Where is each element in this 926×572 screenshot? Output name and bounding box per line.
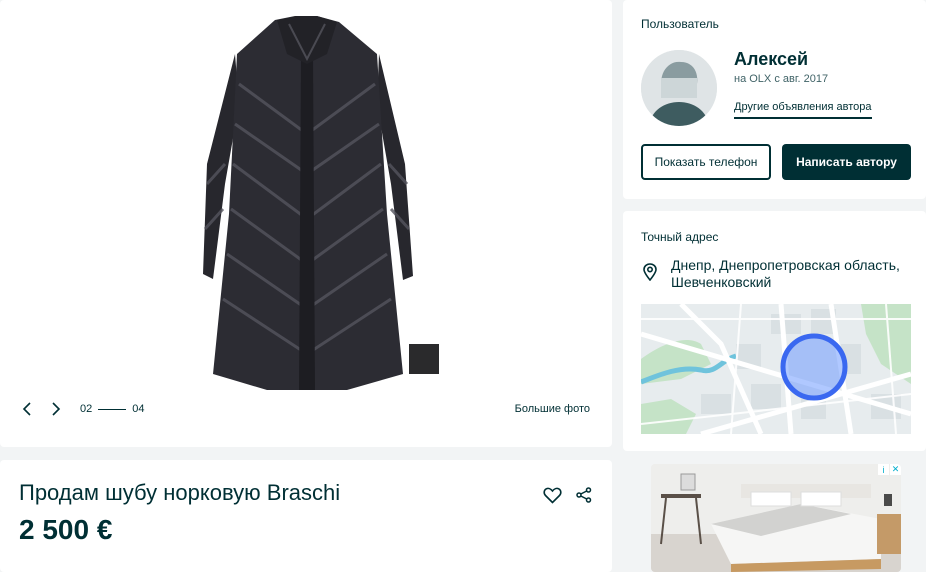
map-image — [641, 304, 911, 434]
seller-card: Пользователь Алексей на OLX с авг. 2017 … — [623, 0, 926, 199]
main-photo[interactable] — [177, 14, 439, 390]
heart-icon — [542, 487, 562, 504]
address-section-label: Точный адрес — [641, 230, 719, 244]
ad-info-icon[interactable]: i — [878, 464, 889, 475]
write-author-button[interactable]: Написать автору — [782, 144, 911, 180]
advertisement[interactable]: i ✕ — [651, 464, 901, 572]
address-card: Точный адрес Днепр, Днепропетровская обл… — [623, 211, 926, 451]
show-phone-button[interactable]: Показать телефон — [641, 144, 771, 180]
share-icon — [576, 487, 592, 503]
avatar[interactable] — [641, 50, 717, 126]
photo-counter: 02 04 — [80, 403, 145, 415]
location-map[interactable] — [641, 304, 911, 434]
photo-counter-total: 04 — [132, 403, 145, 415]
fur-coat-image — [177, 14, 439, 390]
chevron-right-icon — [52, 402, 61, 416]
big-photos-link[interactable]: Большие фото — [515, 403, 590, 415]
photo-gallery: 02 04 Большие фото — [0, 0, 612, 447]
chevron-left-icon — [22, 402, 31, 416]
next-photo-button[interactable] — [47, 400, 65, 418]
share-button[interactable] — [574, 485, 594, 505]
listing-actions — [542, 485, 594, 505]
address-text: Днепр, Днепропетровская область, Шевченк… — [671, 257, 900, 290]
bedroom-ad-image — [651, 464, 901, 572]
photo-counter-current: 02 — [80, 403, 93, 415]
seller-since: на OLX с авг. 2017 — [734, 73, 829, 85]
seller-section-label: Пользователь — [641, 17, 719, 31]
listing-price: 2 500 € — [19, 514, 113, 545]
favorite-button[interactable] — [542, 485, 562, 505]
prev-photo-button[interactable] — [18, 400, 36, 418]
user-silhouette-icon — [641, 50, 717, 126]
ad-close-icon[interactable]: ✕ — [890, 464, 901, 475]
listing-title-card: Продам шубу норковую Braschi 2 500 € — [0, 460, 612, 572]
listing-title: Продам шубу норковую Braschi — [19, 480, 341, 505]
other-ads-link[interactable]: Другие объявления автора — [734, 101, 872, 119]
photo-counter-divider — [98, 408, 127, 410]
ad-choices-badge[interactable]: i ✕ — [878, 464, 901, 475]
location-pin-icon — [643, 263, 657, 286]
seller-name: Алексей — [734, 49, 809, 69]
